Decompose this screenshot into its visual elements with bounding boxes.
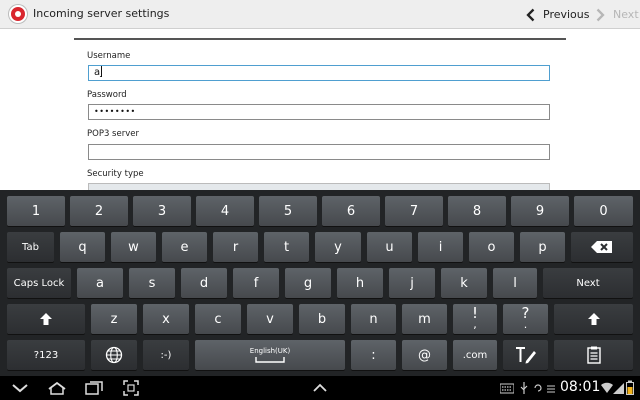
key-6[interactable]: 6 [322, 196, 380, 226]
key-1[interactable]: 1 [7, 196, 65, 226]
language-key[interactable] [91, 340, 137, 370]
key-next[interactable]: Next [543, 268, 633, 298]
key-dotcom[interactable]: .com [453, 340, 497, 370]
notification-icon [547, 385, 555, 393]
clipboard-icon [586, 346, 601, 364]
key-j[interactable]: j [389, 268, 435, 298]
sync-icon [534, 384, 542, 392]
backspace-icon [591, 241, 612, 253]
key-symbols[interactable]: ?123 [7, 340, 85, 370]
clock: 08:01 [560, 379, 601, 395]
chevron-up-icon[interactable] [312, 380, 328, 396]
key-tab[interactable]: Tab [7, 232, 54, 262]
left-shift-key[interactable] [7, 304, 85, 334]
username-label: Username [87, 51, 131, 61]
battery-icon [626, 380, 634, 395]
key-m[interactable]: m [402, 304, 447, 334]
space-key[interactable]: English(UK) [195, 340, 345, 370]
key-c[interactable]: c [195, 304, 241, 334]
key-q[interactable]: q [60, 232, 105, 262]
key-exclamation[interactable]: ! , [453, 304, 497, 334]
key-l[interactable]: l [493, 268, 537, 298]
key-o[interactable]: o [469, 232, 514, 262]
handwriting-icon [515, 347, 536, 364]
key-8[interactable]: 8 [448, 196, 506, 226]
chevron-right-icon [596, 8, 605, 21]
pop3-server-field[interactable] [88, 144, 550, 160]
space-language-label: English(UK) [249, 346, 291, 355]
key-d[interactable]: d [181, 268, 227, 298]
email-app-icon [9, 5, 27, 23]
screenshot-icon[interactable] [123, 380, 139, 396]
shift-icon [587, 313, 600, 325]
wifi-icon [601, 382, 613, 393]
key-2[interactable]: 2 [70, 196, 128, 226]
key-n[interactable]: n [351, 304, 396, 334]
signal-icon [613, 383, 624, 394]
key-v[interactable]: v [247, 304, 293, 334]
usb-icon [520, 382, 528, 394]
password-field[interactable]: •••••••• [88, 104, 550, 120]
home-icon[interactable] [47, 380, 67, 396]
previous-button[interactable]: Previous [526, 5, 590, 24]
recent-apps-icon[interactable] [85, 380, 103, 396]
onscreen-keyboard: 1 2 3 4 5 6 7 8 9 0 Tab q w e r t y u i … [0, 190, 640, 376]
key-s[interactable]: s [129, 268, 175, 298]
key-7[interactable]: 7 [385, 196, 443, 226]
page-title: Incoming server settings [33, 7, 170, 20]
previous-label: Previous [543, 8, 590, 21]
key-at[interactable]: @ [402, 340, 447, 370]
key-caps-lock[interactable]: Caps Lock [7, 268, 71, 298]
next-button: Next [596, 5, 639, 24]
globe-icon [105, 346, 123, 364]
key-b[interactable]: b [299, 304, 345, 334]
key-e[interactable]: e [162, 232, 207, 262]
key-g[interactable]: g [285, 268, 331, 298]
key-f[interactable]: f [233, 268, 279, 298]
key-period-sub: . [523, 318, 528, 331]
key-p[interactable]: p [520, 232, 565, 262]
handwriting-key[interactable] [503, 340, 548, 370]
key-question[interactable]: ? . [503, 304, 548, 334]
text-cursor [100, 66, 102, 77]
key-w[interactable]: w [111, 232, 156, 262]
next-label: Next [613, 8, 639, 21]
key-colon[interactable]: : [351, 340, 396, 370]
key-r[interactable]: r [213, 232, 258, 262]
action-bar: Incoming server settings Previous Next [0, 0, 640, 29]
key-0[interactable]: 0 [574, 196, 633, 226]
back-icon[interactable] [12, 380, 28, 396]
divider [74, 38, 566, 40]
password-label: Password [87, 90, 127, 100]
key-t[interactable]: t [264, 232, 309, 262]
pop3-server-label: POP3 server [87, 129, 139, 139]
key-smiley[interactable]: :-) [143, 340, 189, 370]
clipboard-key[interactable] [554, 340, 633, 370]
key-4[interactable]: 4 [196, 196, 254, 226]
backspace-key[interactable] [571, 232, 633, 262]
keyboard-icon [500, 383, 514, 394]
username-field[interactable]: aj [88, 65, 550, 81]
key-i[interactable]: i [418, 232, 463, 262]
key-u[interactable]: u [367, 232, 412, 262]
key-9[interactable]: 9 [511, 196, 569, 226]
key-z[interactable]: z [91, 304, 137, 334]
shift-icon [40, 313, 52, 325]
chevron-left-icon [526, 8, 535, 21]
key-x[interactable]: x [143, 304, 189, 334]
key-comma-sub: , [473, 318, 477, 331]
key-a[interactable]: a [77, 268, 123, 298]
key-5[interactable]: 5 [259, 196, 317, 226]
key-h[interactable]: h [337, 268, 383, 298]
key-y[interactable]: y [315, 232, 361, 262]
security-type-label: Security type [87, 169, 144, 179]
key-3[interactable]: 3 [133, 196, 191, 226]
right-shift-key[interactable] [554, 304, 633, 334]
key-k[interactable]: k [441, 268, 487, 298]
space-bar-icon [255, 356, 285, 363]
system-bar: 08:01 [0, 376, 640, 400]
